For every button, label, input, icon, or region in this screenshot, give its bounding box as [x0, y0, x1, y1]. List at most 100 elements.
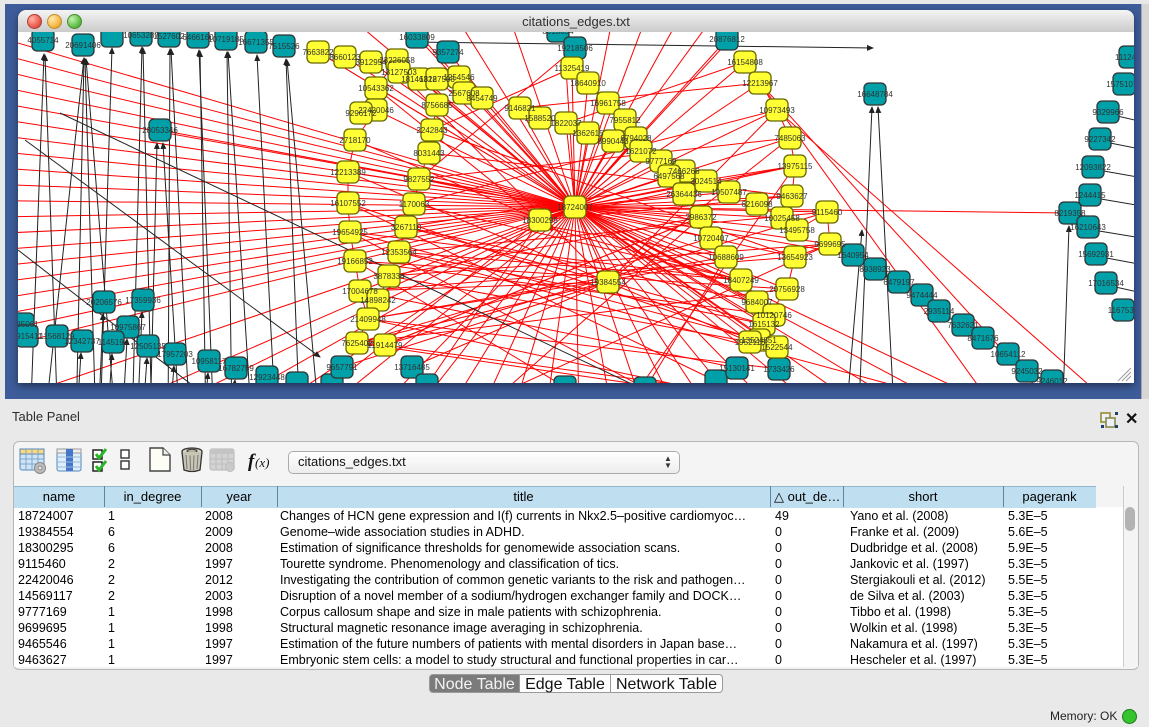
svg-text:2986372: 2986372	[685, 213, 717, 222]
svg-text:1640954: 1640954	[837, 251, 869, 260]
svg-text:8471676: 8471676	[967, 334, 999, 343]
svg-text:10973493: 10973493	[759, 106, 795, 115]
svg-text:1244415: 1244415	[1074, 191, 1106, 200]
svg-text:16782759: 16782759	[218, 364, 254, 373]
svg-text:14898242: 14898242	[360, 296, 396, 305]
svg-text:18640910: 18640910	[570, 79, 606, 88]
svg-text:1952113: 1952113	[735, 338, 766, 347]
svg-text:15692931: 15692931	[1078, 250, 1114, 259]
svg-text:13654923: 13654923	[777, 253, 813, 262]
svg-text:2935114: 2935114	[924, 307, 955, 316]
svg-text:15130141: 15130141	[719, 364, 755, 373]
svg-text:7632621: 7632621	[947, 321, 979, 330]
svg-text:16648784: 16648784	[857, 90, 893, 99]
svg-text:1254546: 1254546	[443, 73, 475, 82]
svg-text:9146821: 9146821	[504, 104, 536, 113]
svg-text:9246012: 9246012	[1036, 377, 1068, 383]
svg-text:9115460: 9115460	[812, 208, 843, 217]
svg-text:8219358: 8219358	[1054, 209, 1086, 218]
svg-text:17016534: 17016534	[1088, 279, 1124, 288]
svg-text:1170063: 1170063	[399, 200, 430, 209]
svg-text:12093822: 12093822	[1075, 163, 1111, 172]
svg-text:11325419: 11325419	[555, 64, 591, 73]
svg-text:16961758: 16961758	[590, 99, 626, 108]
svg-text:1621072: 1621072	[625, 147, 657, 156]
svg-text:16107552: 16107552	[330, 199, 366, 208]
svg-text:10120746: 10120746	[756, 311, 792, 320]
svg-text:3878334: 3878334	[373, 272, 405, 281]
svg-text:6794028: 6794028	[620, 134, 652, 143]
svg-text:8454749: 8454749	[466, 94, 498, 103]
svg-text:8031443: 8031443	[413, 149, 445, 158]
svg-text:20691406: 20691406	[65, 41, 101, 50]
svg-text:26364436: 26364436	[666, 190, 702, 199]
svg-text:6497568: 6497568	[653, 172, 685, 181]
svg-text:13495758: 13495758	[779, 226, 815, 235]
svg-text:7955812: 7955812	[609, 116, 641, 125]
svg-text:16033809: 16033809	[399, 33, 435, 42]
svg-text:4055714: 4055714	[27, 36, 59, 45]
svg-text:(x): (x)	[255, 455, 269, 470]
svg-text:1615132: 1615132	[748, 320, 780, 329]
svg-text:19218506: 19218506	[557, 44, 593, 53]
svg-text:9245032: 9245032	[1011, 367, 1043, 376]
svg-text:16210643: 16210643	[1070, 223, 1106, 232]
svg-text:9827552: 9827552	[403, 175, 435, 184]
svg-text:19166852: 19166852	[337, 257, 373, 266]
svg-text:9699695: 9699695	[814, 240, 846, 249]
svg-text:12213967: 12213967	[742, 79, 778, 88]
svg-text:7485063: 7485063	[774, 134, 806, 143]
svg-text:10507487: 10507487	[711, 188, 747, 197]
svg-text:1733426: 1733426	[763, 365, 795, 374]
svg-text:19384554: 19384554	[590, 278, 626, 287]
svg-text:10720407: 10720407	[693, 234, 729, 243]
svg-text:17359936: 17359936	[125, 296, 161, 305]
svg-text:9474444: 9474444	[906, 291, 938, 300]
svg-text:20876812: 20876812	[709, 35, 745, 44]
svg-text:7515526: 7515526	[268, 42, 300, 51]
svg-text:9357274: 9357274	[432, 48, 464, 57]
svg-text:1145194: 1145194	[98, 338, 129, 347]
svg-text:17957203: 17957203	[157, 350, 193, 359]
svg-text:12342737: 12342737	[64, 337, 100, 346]
svg-text:28053346: 28053346	[142, 126, 178, 135]
svg-text:6479197: 6479197	[883, 278, 915, 287]
svg-text:20206576: 20206576	[86, 298, 122, 307]
svg-text:1527602: 1527602	[153, 32, 185, 41]
svg-text:1822037: 1822037	[550, 119, 582, 128]
svg-text:10654112: 10654112	[991, 350, 1027, 359]
svg-text:8813054: 8813054	[542, 32, 574, 36]
svg-text:3267110: 3267110	[391, 223, 422, 232]
svg-text:9227342: 9227342	[1084, 135, 1116, 144]
svg-text:13975115: 13975115	[778, 162, 814, 171]
svg-text:8938923: 8938923	[859, 265, 891, 274]
svg-text:9329966: 9329966	[1092, 108, 1124, 117]
svg-text:21409948: 21409948	[350, 315, 386, 324]
svg-text:13716485: 13716485	[394, 363, 430, 372]
svg-text:11914479: 11914479	[368, 341, 404, 350]
svg-text:12353564: 12353564	[381, 248, 417, 257]
svg-text:8756685: 8756685	[421, 101, 453, 110]
svg-text:1112443: 1112443	[1115, 53, 1134, 62]
svg-text:3024514: 3024514	[690, 177, 722, 186]
svg-text:1167534: 1167534	[1108, 306, 1134, 315]
svg-text:17004678: 17004678	[342, 287, 378, 296]
svg-text:10543362: 10543362	[358, 84, 394, 93]
svg-text:1485061: 1485061	[18, 320, 39, 329]
svg-text:10975867: 10975867	[110, 323, 146, 332]
svg-text:9777169: 9777169	[645, 157, 677, 166]
svg-text:9296172: 9296172	[345, 109, 377, 118]
svg-text:12213389: 12213389	[330, 168, 366, 177]
svg-text:10688609: 10688609	[708, 253, 744, 262]
svg-text:18724007: 18724007	[557, 203, 593, 212]
svg-text:18300295: 18300295	[522, 216, 558, 225]
svg-text:19654925: 19654925	[332, 228, 368, 237]
svg-text:2718170: 2718170	[339, 136, 371, 145]
svg-text:6216098: 6216098	[741, 200, 773, 209]
svg-text:2242843: 2242843	[416, 126, 448, 135]
svg-text:23226058: 23226058	[379, 56, 415, 65]
svg-text:18407249: 18407249	[723, 276, 759, 285]
svg-text:10025458: 10025458	[764, 214, 800, 223]
svg-text:16154808: 16154808	[727, 58, 763, 67]
svg-text:9463627: 9463627	[776, 192, 808, 201]
